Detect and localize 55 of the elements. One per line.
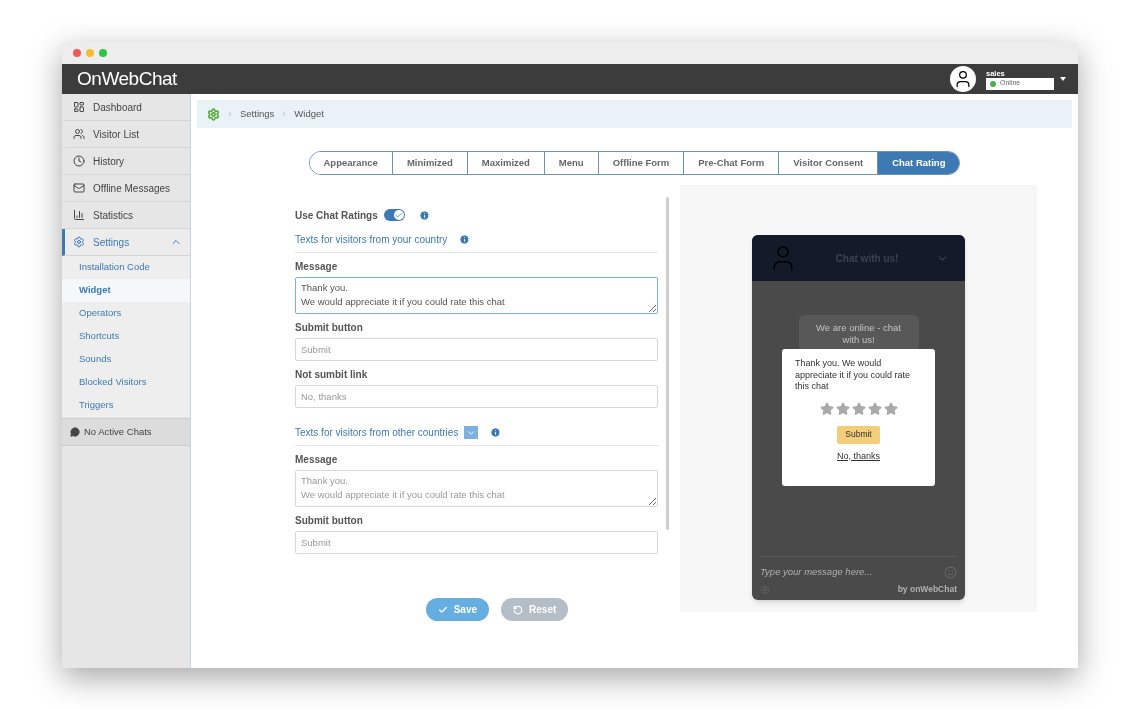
brand-credit[interactable]: by onWebChat <box>897 583 957 596</box>
text-input[interactable]: Submit <box>295 531 658 554</box>
message-textarea[interactable]: Thank you. We would appreciate it if you could rate this chat <box>295 470 658 507</box>
field-label: Submit button <box>295 514 364 528</box>
chat-bubble-icon <box>70 427 80 437</box>
users-icon <box>73 128 85 140</box>
collapse-toggle[interactable] <box>464 426 479 439</box>
submenu-item[interactable]: Triggers <box>62 394 190 417</box>
toggle-switch[interactable] <box>383 209 405 221</box>
info-icon[interactable] <box>490 427 502 438</box>
info-icon[interactable] <box>459 234 471 245</box>
field-label: Not sumbit link <box>295 368 369 382</box>
reset-icon <box>513 604 524 615</box>
info-icon[interactable] <box>418 209 430 221</box>
decline-link[interactable]: No, thanks <box>837 449 880 463</box>
envelope-icon <box>73 182 85 194</box>
submenu-item[interactable]: Blocked Visitors <box>62 371 190 394</box>
avatar-icon[interactable] <box>950 66 976 92</box>
emoji-icon[interactable] <box>944 565 957 579</box>
separator-icon <box>226 110 234 118</box>
sidebar-item[interactable]: Dashboard <box>62 94 190 121</box>
submenu-item[interactable]: Widget <box>62 279 190 302</box>
breadcrumb-item[interactable]: Settings <box>240 106 275 122</box>
field-label: Message <box>295 260 339 274</box>
sidebar-item[interactable]: Offline Messages <box>62 175 190 202</box>
field-label: Submit button <box>295 321 364 335</box>
breadcrumb-item[interactable]: Widget <box>294 106 324 122</box>
rating-message: Thank you. We would appreciate it if you could rate this chat <box>795 358 912 393</box>
setting-label: Use Chat Ratings <box>295 208 378 223</box>
dropdown-caret-icon[interactable] <box>1060 77 1066 81</box>
settings-icon[interactable] <box>207 107 220 121</box>
field-label: Message <box>295 453 339 467</box>
submit-button[interactable]: Submit <box>837 425 880 444</box>
sidebar-item[interactable]: Visitor List <box>62 121 190 148</box>
tab[interactable]: Chat Rating <box>877 152 960 174</box>
sidebar-item[interactable]: Settings <box>62 229 190 256</box>
app-logo[interactable]: OnWebChat <box>77 64 950 94</box>
text-input[interactable]: No, thanks <box>295 385 658 408</box>
section-title: Texts for visitors from other countries <box>295 426 459 440</box>
clock-icon <box>73 155 85 167</box>
submenu-item[interactable]: Shortcuts <box>62 325 190 348</box>
settings-icon <box>73 236 85 248</box>
submenu-item[interactable]: Installation Code <box>62 256 190 279</box>
status-text: No Active Chats <box>84 424 152 439</box>
dashboard-icon <box>73 101 85 113</box>
text-input[interactable]: Submit <box>295 338 658 361</box>
sidebar-item[interactable]: History <box>62 148 190 175</box>
bar-chart-icon <box>73 209 85 221</box>
submenu-item[interactable]: Sounds <box>62 348 190 371</box>
section-title: Texts for visitors from your country <box>295 233 448 247</box>
check-icon <box>437 604 448 615</box>
check-icon <box>395 211 403 219</box>
submenu-item[interactable]: Operators <box>62 302 190 325</box>
message-input[interactable]: Type your message here... <box>760 565 873 580</box>
message-textarea[interactable]: Thank you. We would appreciate it if you could rate this chat <box>295 277 658 314</box>
